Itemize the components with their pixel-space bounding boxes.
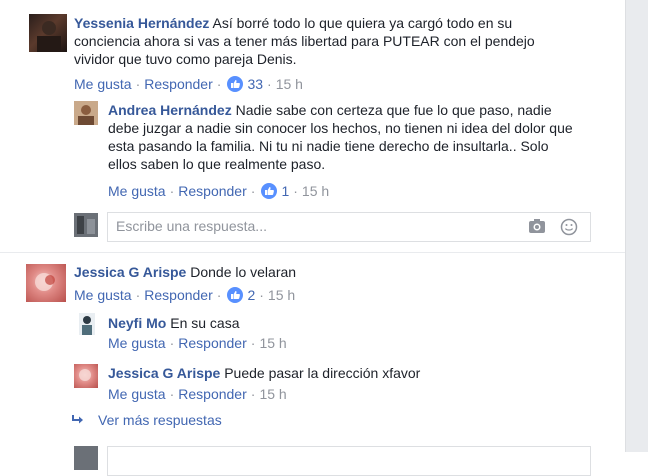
like-link[interactable]: Me gusta [108,183,166,199]
comment-body: Yessenia Hernández Así borré todo lo que… [74,14,574,68]
separator-dot: · [169,183,175,199]
avatar-photo-icon [37,21,61,52]
timestamp[interactable]: 15 h [259,335,286,351]
reply-link[interactable]: Responder [178,335,247,351]
separator-dot: · [259,287,264,303]
comment-actions: Me gusta · Responder · 33 · 15 h [74,75,303,93]
reply-body: Neyfi Mo En su casa [108,314,578,332]
reply-link[interactable]: Responder [178,183,247,199]
like-link[interactable]: Me gusta [108,335,166,351]
like-count-value: 33 [247,76,264,92]
timestamp[interactable]: 15 h [276,76,303,92]
like-link[interactable]: Me gusta [74,76,132,92]
avatar-photo-icon [82,316,92,335]
reply-input[interactable] [107,446,591,476]
like-link[interactable]: Me gusta [74,287,132,303]
timestamp[interactable]: 15 h [259,386,286,402]
clipped-text: · · · · · · · [74,0,122,5]
reply-author[interactable]: Neyfi Mo [108,315,166,331]
reply-actions: Me gusta · Responder · 15 h [108,334,287,352]
separator-dot: · [216,76,222,92]
avatar[interactable] [29,14,67,52]
avatar[interactable] [74,364,98,388]
comment-body: Jessica G Arispe Donde lo velaran [74,263,574,281]
reply-author[interactable]: Jessica G Arispe [108,365,220,381]
separator-dot: · [216,287,222,303]
separator-dot: · [135,76,141,92]
current-user-avatar [74,213,98,237]
reply-text: En su casa [170,315,240,331]
comment-actions: Me gusta · Responder · 2 · 15 h [74,286,295,304]
separator-dot: · [293,183,298,199]
thumbs-up-icon [227,76,244,92]
current-user-avatar [74,446,98,470]
separator-dot: · [135,287,141,303]
timestamp[interactable]: 15 h [268,287,295,303]
comment-text: Donde lo velaran [190,264,297,280]
separator-dot: · [250,183,256,199]
separator-dot: · [250,386,256,402]
reply-actions: Me gusta · Responder · 15 h [108,385,287,403]
like-link[interactable]: Me gusta [108,386,166,402]
comment-author[interactable]: Yessenia Hernández [74,15,209,31]
reply-author[interactable]: Andrea Hernández [108,102,232,118]
reply-body: Jessica G Arispe Puede pasar la direcció… [108,364,578,382]
reply-input-placeholder: Escribe una respuesta... [116,218,267,234]
avatar-photo-icon [79,369,91,381]
reply-link[interactable]: Responder [144,76,213,92]
view-more-replies-label: Ver más respuestas [98,412,222,428]
avatar-photo-icon [35,273,55,291]
reply-body: Andrea Hernández Nadie sabe con certeza … [108,101,578,173]
separator-dot: · [169,335,175,351]
like-count[interactable]: 1 [261,182,289,200]
camera-icon[interactable] [528,218,546,237]
separator-dot: · [169,386,175,402]
right-gutter [625,0,648,452]
avatar-photo-icon [78,105,94,125]
separator-dot: · [250,335,256,351]
reply-link[interactable]: Responder [178,386,247,402]
comment-author[interactable]: Jessica G Arispe [74,264,186,280]
thumbs-up-icon [261,183,278,199]
like-count[interactable]: 2 [227,286,255,304]
reply-input[interactable]: Escribe una respuesta... [107,212,591,242]
clipped-previous-comment: · · · · · · · [0,0,625,5]
smiley-icon[interactable] [560,218,578,239]
timestamp[interactable]: 15 h [302,183,329,199]
avatar-photo-icon [74,213,98,237]
reply-arrow-icon [70,412,86,430]
thumbs-up-icon [227,287,244,303]
separator-dot: · [267,76,272,92]
view-more-replies[interactable]: Ver más respuestas [70,411,222,430]
reply-text: Puede pasar la dirección xfavor [224,365,421,381]
reply-actions: Me gusta · Responder · 1 · 15 h [108,182,329,200]
avatar[interactable] [79,313,95,335]
comment-divider [0,252,625,253]
avatar[interactable] [26,264,66,302]
like-count[interactable]: 33 [227,75,263,93]
avatar[interactable] [74,101,98,125]
reply-link[interactable]: Responder [144,287,213,303]
